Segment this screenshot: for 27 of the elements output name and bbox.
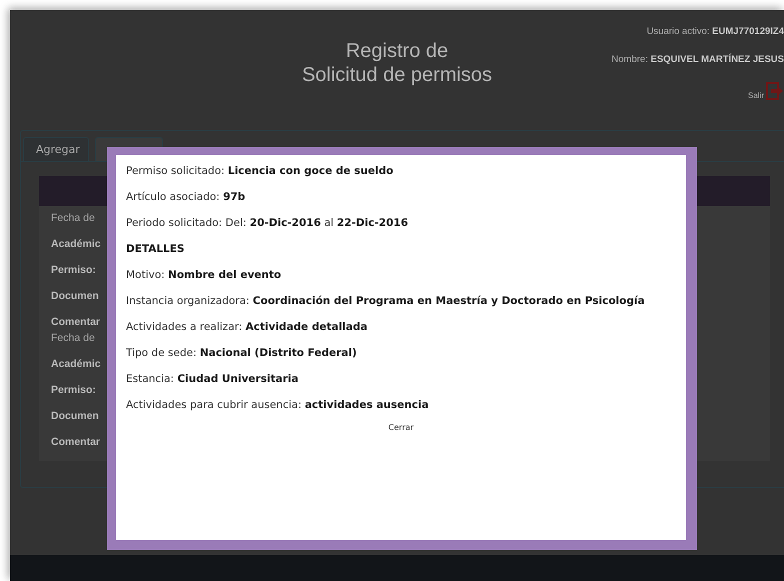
- record-text: Fecha de: [51, 211, 95, 226]
- detail-line: Instancia organizadora: Coordinación del Programa en Maestría y Doctorado en Psicología: [126, 294, 646, 309]
- record-text: Fecha de: [51, 331, 95, 346]
- user-name: Nombre: ESQUIVEL MARTÍNEZ JESUS: [612, 54, 784, 65]
- record-text: Documen: [51, 289, 99, 304]
- active-user: Usuario activo: EUMJ770129IZ4: [646, 26, 784, 37]
- detail-line: Motivo: Nombre del evento: [126, 268, 282, 283]
- record-text: Documen: [51, 409, 99, 424]
- detail-line: Actividades para cubrir ausencia: actividades ausencia: [126, 398, 430, 413]
- detail-line: Tipo de sede: Nacional (Distrito Federal): [126, 346, 358, 361]
- record-text: Comentar: [51, 315, 100, 330]
- logout-link[interactable]: Salir: [748, 91, 764, 100]
- detail-line: Permiso solicitado: Licencia con goce de sueldo: [126, 164, 394, 179]
- record-text: Permiso:: [51, 263, 96, 278]
- record-text: Comentar: [51, 435, 100, 450]
- detail-line: Periodo solicitado: Del: 20-Dic-2016 al 22-Dic-2016: [126, 216, 409, 231]
- section-heading: DETALLES: [126, 242, 186, 257]
- logout-icon[interactable]: [766, 82, 784, 100]
- close-link[interactable]: Cerrar: [388, 423, 414, 432]
- tab[interactable]: Agregar: [23, 137, 89, 161]
- detail-line: Estancia: Ciudad Universitaria: [126, 372, 300, 387]
- record-text: Académic: [51, 357, 101, 372]
- page-title: Registro de Solicitud de permisos: [302, 39, 492, 87]
- record-text: Permiso:: [51, 383, 96, 398]
- record-text: Académic: [51, 237, 101, 252]
- detail-line: Artículo asociado: 97b: [126, 190, 246, 205]
- detail-line: Actividades a realizar: Actividade detallada: [126, 320, 368, 335]
